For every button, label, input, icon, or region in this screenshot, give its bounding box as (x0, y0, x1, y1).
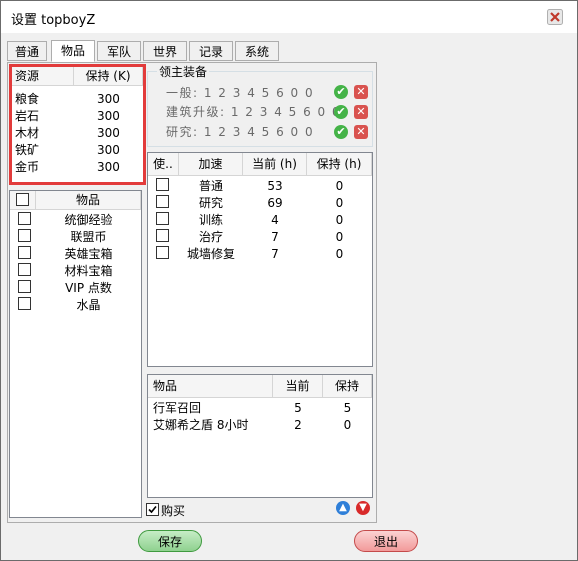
goods-list[interactable]: 物品 当前 保持 行军召回 5 5 艾娜希之盾 8小时 2 0 (147, 374, 373, 498)
item-checkbox[interactable] (18, 212, 31, 225)
equip-general-label: 一般: 1 2 3 4 5 6 0 0 (166, 86, 315, 100)
speedup-name: 研究 (198, 196, 223, 210)
tab-system[interactable]: 系统 (235, 41, 279, 61)
move-up-icon[interactable]: ▲ (336, 501, 350, 515)
speedups-col-use[interactable]: 使.. (148, 153, 179, 175)
speedup-keep[interactable]: 0 (307, 229, 372, 246)
item-label: 英雄宝箱 (64, 247, 113, 261)
title-bar: 设置 topboyZ (1, 1, 577, 33)
speedup-keep[interactable]: 0 (307, 195, 372, 212)
buy-label: 购买 (161, 504, 186, 518)
goods-header: 物品 当前 保持 (148, 375, 372, 398)
item-label: 水晶 (76, 298, 101, 312)
item-checkbox[interactable] (18, 280, 31, 293)
buy-checkbox[interactable] (146, 503, 159, 516)
tab-general[interactable]: 普通 (7, 41, 47, 61)
speedup-current: 7 (271, 230, 279, 244)
equip-building-label: 建筑升级: 1 2 3 4 5 6 0 0 (166, 105, 342, 119)
tab-world[interactable]: 世界 (143, 41, 187, 61)
confirm-icon[interactable]: ✔ (334, 85, 348, 99)
remove-icon[interactable]: ✕ (354, 105, 368, 119)
speedup-name: 城墙修复 (186, 247, 235, 261)
remove-icon[interactable]: ✕ (354, 85, 368, 99)
speedup-checkbox[interactable] (156, 195, 169, 208)
tab-army[interactable]: 军队 (97, 41, 141, 61)
items-checklist[interactable]: 物品 统御经验 联盟币 英雄宝箱 材料宝箱 VIP 点数 水晶 (9, 190, 142, 518)
item-checkbox[interactable] (18, 246, 31, 259)
confirm-icon[interactable]: ✔ (334, 105, 348, 119)
goods-keep[interactable]: 0 (323, 417, 372, 434)
speedup-current: 69 (267, 196, 283, 210)
remove-icon[interactable]: ✕ (354, 125, 368, 139)
goods-keep[interactable]: 5 (323, 400, 372, 417)
select-all-checkbox[interactable] (16, 193, 29, 206)
goods-name: 行军召回 (153, 401, 202, 415)
speedup-checkbox[interactable] (156, 212, 169, 225)
save-button[interactable]: 保存 (138, 530, 202, 552)
speedups-col-keep[interactable]: 保持 (h) (307, 153, 372, 175)
speedups-col-name[interactable]: 加速 (179, 153, 243, 175)
goods-name: 艾娜希之盾 8小时 (153, 418, 249, 432)
speedup-name: 训练 (198, 213, 223, 227)
item-checkbox[interactable] (18, 263, 31, 276)
lord-equipment-legend: 领主装备 (157, 63, 210, 80)
item-label: 材料宝箱 (64, 264, 113, 278)
goods-col-name[interactable]: 物品 (148, 375, 273, 397)
goods-current: 2 (294, 418, 302, 432)
speedup-keep[interactable]: 0 (307, 178, 372, 195)
move-down-icon[interactable]: ▼ (356, 501, 370, 515)
tab-items[interactable]: 物品 (51, 40, 95, 62)
goods-current: 5 (294, 401, 302, 415)
goods-col-current[interactable]: 当前 (273, 375, 323, 397)
speedup-current: 4 (271, 213, 279, 227)
item-checkbox[interactable] (18, 229, 31, 242)
confirm-icon[interactable]: ✔ (334, 125, 348, 139)
goods-col-keep[interactable]: 保持 (323, 375, 372, 397)
window-title: 设置 topboyZ (11, 13, 96, 28)
tab-log[interactable]: 记录 (189, 41, 233, 61)
speedup-keep[interactable]: 0 (307, 212, 372, 229)
speedup-name: 治疗 (198, 230, 223, 244)
speedup-checkbox[interactable] (156, 229, 169, 242)
item-label: 联盟币 (70, 230, 107, 244)
settings-window: 设置 topboyZ 普通 物品 军队 世界 记录 系统 资源 保持 (K) 粮… (0, 0, 578, 561)
speedup-current: 53 (267, 179, 283, 193)
speedups-col-current[interactable]: 当前 (h) (243, 153, 307, 175)
items-col-name[interactable]: 物品 (36, 191, 141, 209)
items-select-all[interactable] (10, 191, 36, 209)
highlight-box (9, 64, 146, 185)
speedup-checkbox[interactable] (156, 246, 169, 259)
equip-research-label: 研究: 1 2 3 4 5 6 0 0 (166, 125, 315, 139)
speedup-current: 7 (271, 247, 279, 261)
close-icon[interactable] (547, 9, 563, 25)
speedups-header: 使.. 加速 当前 (h) 保持 (h) (148, 153, 372, 176)
speedup-keep[interactable]: 0 (307, 246, 372, 263)
item-label: VIP 点数 (65, 281, 112, 295)
items-header: 物品 (10, 191, 141, 210)
speedup-name: 普通 (198, 179, 223, 193)
item-label: 统御经验 (64, 213, 113, 227)
speedup-checkbox[interactable] (156, 178, 169, 191)
item-checkbox[interactable] (18, 297, 31, 310)
exit-button[interactable]: 退出 (354, 530, 418, 552)
speedups-list[interactable]: 使.. 加速 当前 (h) 保持 (h) 普通 53 0 研究 69 0 训练 … (147, 152, 373, 367)
